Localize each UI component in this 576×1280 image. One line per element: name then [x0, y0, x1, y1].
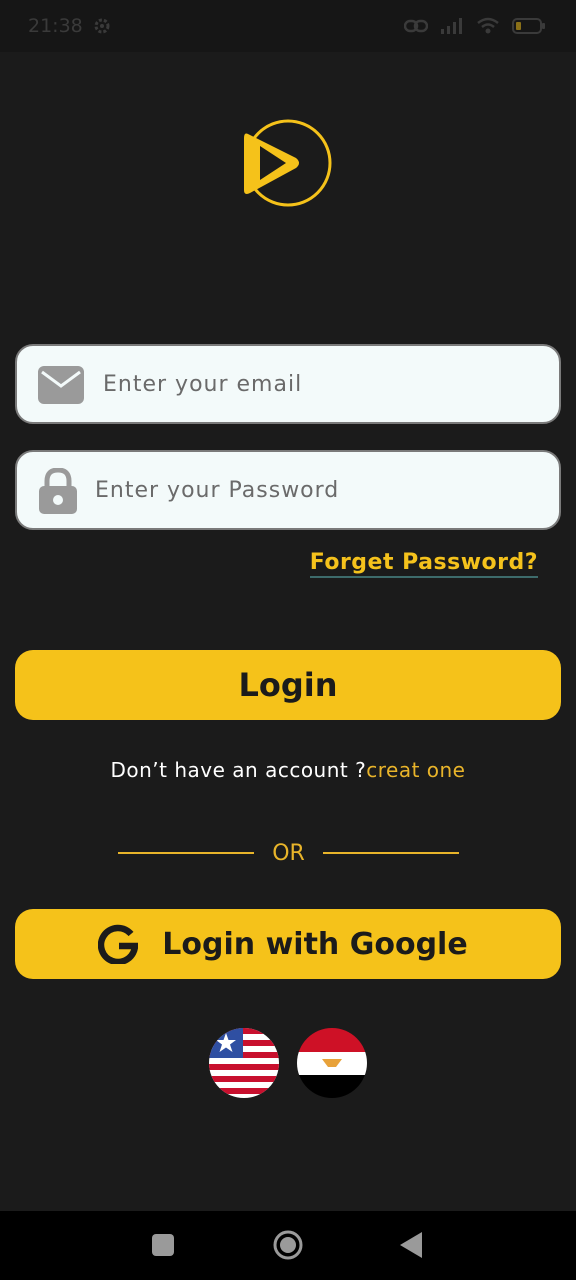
google-login-button[interactable]: Login with Google [15, 909, 561, 979]
status-left: 21:38 [28, 15, 111, 37]
or-divider: OR [118, 836, 459, 870]
login-button-label: Login [238, 666, 338, 704]
create-account-link[interactable]: creat one [366, 758, 465, 782]
battery-icon [512, 17, 546, 35]
forget-password-link[interactable]: Forget Password? [309, 550, 538, 578]
recents-square-icon[interactable] [152, 1234, 174, 1256]
google-g-icon [98, 924, 139, 964]
lock-icon [38, 468, 78, 514]
google-login-label: Login with Google [162, 926, 468, 962]
settings-gear-icon [93, 17, 111, 35]
login-button[interactable]: Login [15, 650, 561, 720]
status-right [404, 17, 546, 35]
status-time: 21:38 [28, 15, 83, 37]
us-flag-icon[interactable] [209, 1028, 279, 1098]
signup-line: Don’t have an account ?creat one [0, 758, 576, 782]
app-logo [238, 116, 336, 210]
divider-line-right [322, 852, 459, 854]
or-label: OR [272, 840, 305, 866]
wifi-icon [476, 17, 500, 35]
back-triangle-icon[interactable] [400, 1232, 422, 1258]
status-bar: 21:38 [0, 0, 576, 52]
link-icon [404, 18, 428, 34]
password-input[interactable] [95, 452, 543, 528]
signal-icon [440, 17, 464, 35]
system-nav-bar [0, 1211, 576, 1280]
egypt-flag-icon[interactable] [297, 1028, 367, 1098]
signup-prompt: Don’t have an account ? [110, 758, 367, 782]
divider-line-left [118, 852, 254, 854]
login-screen: 21:38 Enter your email Forget Password? … [0, 0, 576, 1280]
email-input[interactable] [103, 346, 543, 422]
envelope-icon [38, 366, 84, 404]
password-field[interactable] [15, 450, 561, 530]
home-circle-icon[interactable] [272, 1229, 304, 1261]
email-field[interactable] [15, 344, 561, 424]
